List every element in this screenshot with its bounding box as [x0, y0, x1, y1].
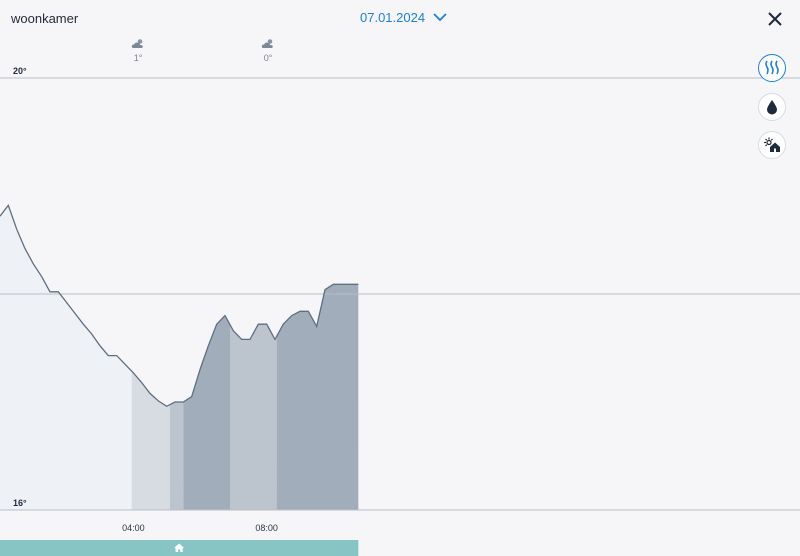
heating-band	[120, 359, 132, 510]
heating-band	[183, 315, 230, 510]
water-drop-icon	[767, 100, 777, 115]
heating-band	[131, 371, 170, 510]
weather-forecast-1: 0°	[248, 38, 288, 63]
heating-band	[230, 324, 277, 510]
date-label: 07.01.2024	[360, 10, 426, 25]
cloud-sun-icon	[131, 39, 143, 48]
heating-band	[170, 402, 184, 510]
x-tick-label: 04:00	[122, 523, 145, 533]
x-tick-label: 08:00	[255, 523, 278, 533]
sun-house-icon	[764, 137, 780, 152]
y-tick-label: 20°	[13, 66, 27, 76]
heating-band	[0, 205, 120, 510]
weather-temp: 0°	[263, 53, 273, 63]
outdoor-view-button[interactable]	[758, 131, 786, 159]
date-picker[interactable]: 07.01.2024	[360, 10, 447, 25]
cloud-sun-icon	[261, 39, 273, 48]
y-tick-label: 16°	[13, 498, 27, 508]
humidity-view-button[interactable]	[758, 93, 786, 121]
close-icon[interactable]	[766, 10, 784, 28]
heating-view-button[interactable]	[758, 54, 786, 82]
heating-bands	[0, 205, 359, 510]
weather-temp: 1°	[133, 53, 143, 63]
room-name: woonkamer	[11, 11, 79, 26]
heat-waves-icon	[765, 60, 779, 75]
x-axis-labels: 04:00 08:00	[122, 523, 278, 533]
weather-forecast-0: 1°	[118, 38, 158, 63]
chevron-down-icon	[433, 13, 447, 22]
temperature-chart: 20° 16° 04:00 08:00	[0, 66, 800, 556]
presence-bar	[0, 540, 359, 556]
